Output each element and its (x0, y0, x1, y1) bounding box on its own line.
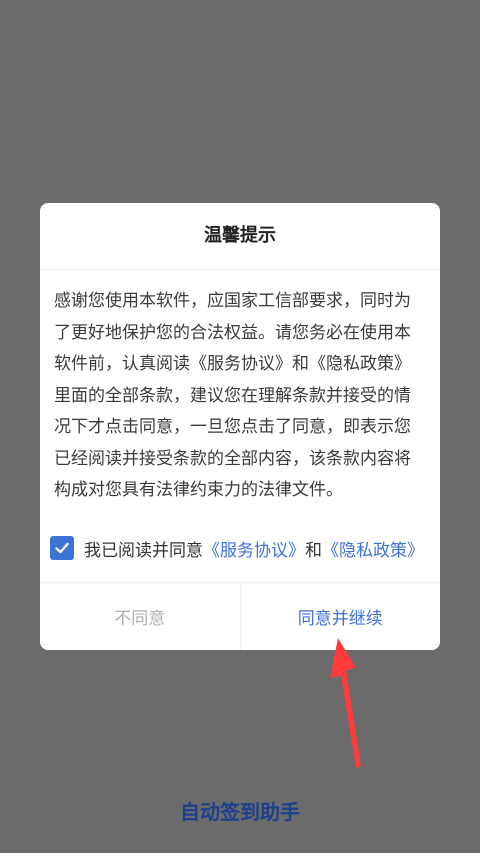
privacy-policy-link[interactable]: 《隐私政策》 (322, 541, 424, 561)
agree-label: 我已阅读并同意《服务协议》和《隐私政策》 (84, 536, 424, 561)
disagree-button[interactable]: 不同意 (40, 583, 241, 650)
dialog-buttons: 不同意 同意并继续 (40, 582, 440, 650)
agree-row: 我已阅读并同意《服务协议》和《隐私政策》 (40, 516, 440, 580)
checkmark-icon (55, 542, 69, 554)
dialog-title: 温馨提示 (40, 203, 440, 270)
agree-continue-button[interactable]: 同意并继续 (241, 583, 441, 650)
and-text: 和 (305, 540, 322, 561)
agree-checkbox[interactable] (50, 536, 74, 560)
app-name: 自动签到助手 (180, 800, 300, 824)
agree-prefix: 我已阅读并同意 (84, 540, 203, 561)
dialog-body-text: 感谢您使用本软件，应国家工信部要求，同时为了更好地保护您的合法权益。请您务必在使… (54, 291, 411, 500)
service-agreement-link[interactable]: 《服务协议》 (203, 541, 305, 561)
privacy-dialog: 温馨提示 感谢您使用本软件，应国家工信部要求，同时为了更好地保护您的合法权益。请… (40, 203, 440, 650)
